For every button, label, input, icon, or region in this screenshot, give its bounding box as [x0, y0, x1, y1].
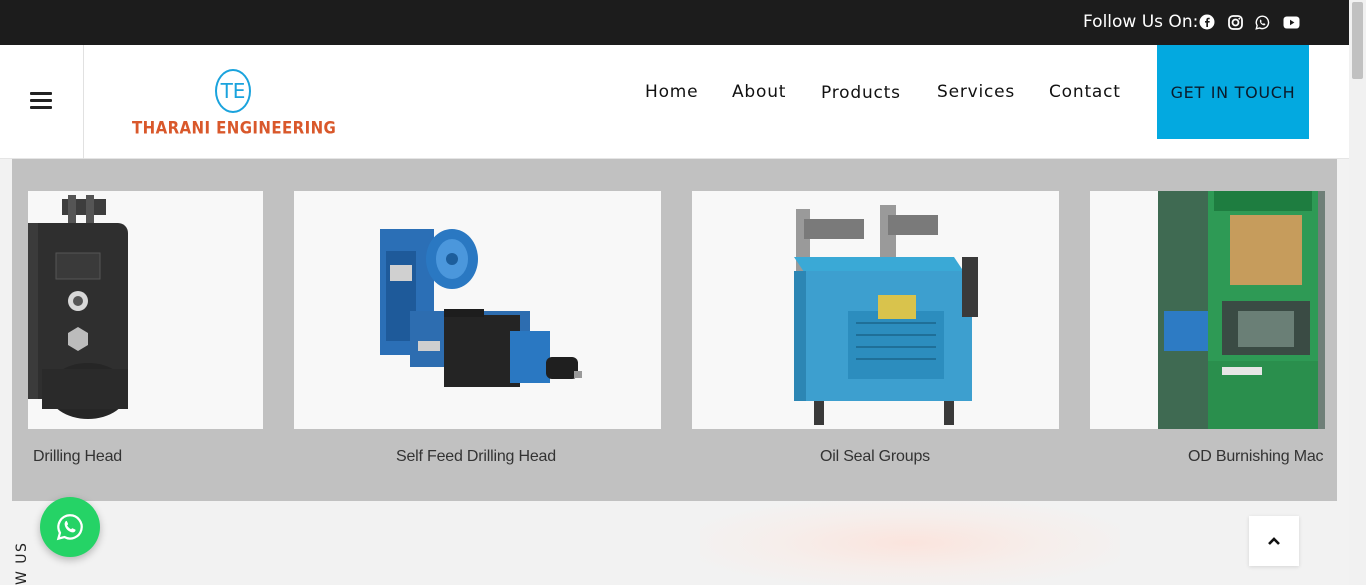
product-caption[interactable]: OD Burnishing Mac [1188, 448, 1324, 466]
nav-services[interactable]: Services [937, 82, 1015, 102]
page-scrollbar[interactable] [1349, 0, 1366, 585]
nav-contact[interactable]: Contact [1049, 82, 1121, 102]
nav-about[interactable]: About [732, 82, 786, 102]
logo-monogram: TE [215, 69, 251, 113]
drilling-head-image[interactable] [28, 191, 263, 429]
scrollbar-thumb[interactable] [1352, 2, 1363, 79]
follow-us-vertical-text: W US [14, 541, 30, 585]
background-glow [700, 501, 1120, 585]
header-divider [83, 45, 84, 159]
get-in-touch-button[interactable]: GET IN TOUCH [1157, 45, 1309, 139]
follow-us-label: Follow Us On: [1083, 12, 1199, 32]
od-burnishing-machine-image[interactable] [1090, 191, 1325, 429]
scroll-to-top-button[interactable] [1249, 516, 1299, 566]
oil-seal-groups-image[interactable] [692, 191, 1059, 429]
whatsapp-icon [56, 514, 83, 541]
product-caption[interactable]: Drilling Head [33, 448, 122, 466]
nav-home[interactable]: Home [645, 82, 698, 102]
nav-products[interactable]: Products [821, 83, 901, 103]
menu-icon[interactable] [30, 92, 52, 110]
whatsapp-icon[interactable] [1253, 13, 1271, 31]
site-header: TE THARANI ENGINEERING Home About Produc… [0, 45, 1349, 159]
whatsapp-chat-button[interactable] [40, 497, 100, 557]
youtube-icon[interactable] [1282, 13, 1300, 31]
chevron-up-icon [1268, 537, 1280, 545]
instagram-icon[interactable] [1226, 13, 1244, 31]
top-bar: Follow Us On: [0, 0, 1349, 45]
product-caption[interactable]: Oil Seal Groups [820, 448, 930, 466]
facebook-icon[interactable] [1198, 13, 1216, 31]
product-carousel: Drilling Head Self Feed Drilling Head Oi… [12, 159, 1337, 501]
product-caption[interactable]: Self Feed Drilling Head [396, 448, 556, 466]
logo-name: THARANI ENGINEERING [132, 118, 337, 139]
self-feed-drilling-head-image[interactable] [294, 191, 661, 429]
